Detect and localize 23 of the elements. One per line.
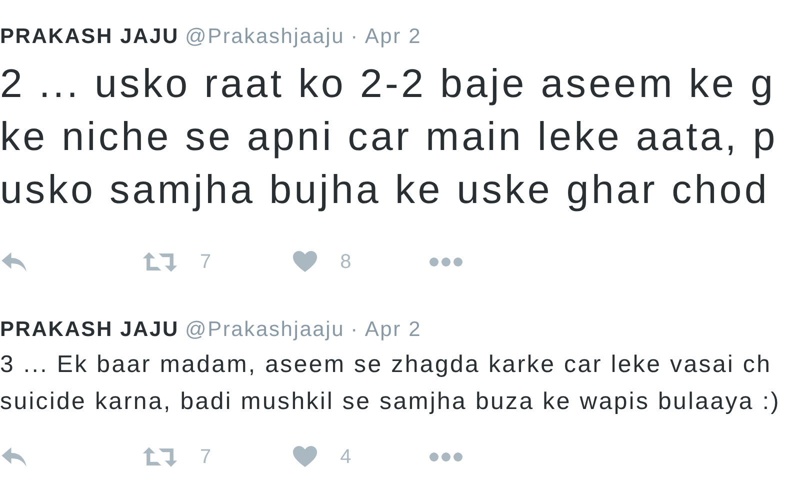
author-name[interactable]: PRAKASH JAJU <box>0 26 179 48</box>
retweet-count: 7 <box>200 250 212 274</box>
tweet-text-line: 2 ... usko raat ko 2-2 baje aseem ke g <box>0 61 776 108</box>
tweet-date[interactable]: · Apr 2 <box>350 26 422 48</box>
tweet-date[interactable]: · Apr 2 <box>350 319 422 341</box>
like-count: 8 <box>340 250 352 274</box>
retweet-icon[interactable] <box>142 251 178 273</box>
heart-icon[interactable] <box>292 446 318 468</box>
retweet-icon[interactable] <box>142 446 178 468</box>
tweet-text-line: suicide karna, badi mushkil se samjha buza ke wapis bulaaya :) <box>0 387 780 417</box>
tweet-text-line: usko samjha bujha ke uske ghar chod <box>0 167 770 214</box>
more-icon[interactable] <box>429 452 464 462</box>
more-icon[interactable] <box>429 257 464 267</box>
heart-icon[interactable] <box>292 251 318 273</box>
reply-icon[interactable] <box>0 446 28 468</box>
author-handle[interactable]: @Prakashjaaju <box>184 26 345 48</box>
retweet-count: 7 <box>200 446 212 468</box>
tweet-text-line: ke niche se apni car main leke aata, p <box>0 114 778 161</box>
reply-icon[interactable] <box>0 251 28 273</box>
author-name[interactable]: PRAKASH JAJU <box>0 319 179 341</box>
like-count: 4 <box>340 446 352 468</box>
author-handle[interactable]: @Prakashjaaju <box>184 319 345 341</box>
tweet-text-line: 3 ... Ek baar madam, aseem se zhagda karke car leke vasai ch <box>0 350 772 380</box>
